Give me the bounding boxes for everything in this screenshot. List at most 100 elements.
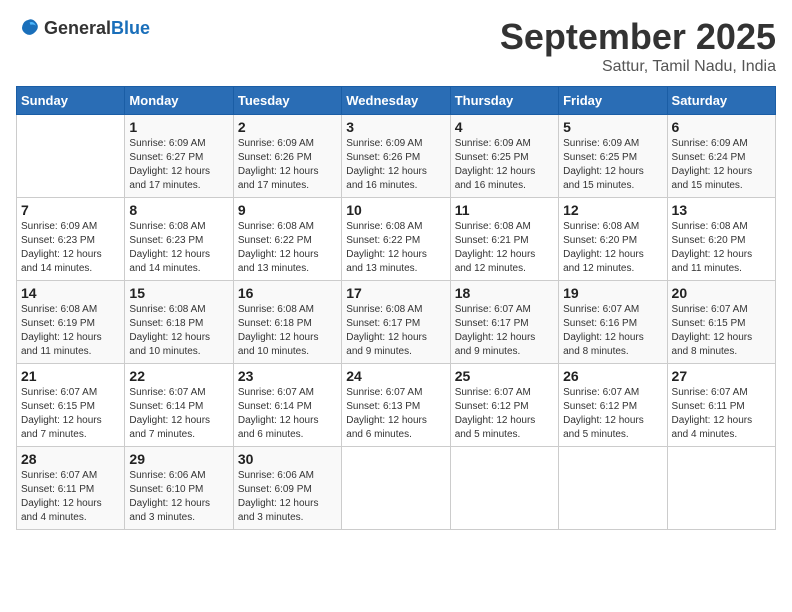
day-number: 2 [238,119,337,135]
calendar-cell: 7 Sunrise: 6:09 AM Sunset: 6:23 PM Daylig… [17,198,125,281]
calendar-cell: 25 Sunrise: 6:07 AM Sunset: 6:12 PM Dayli… [450,364,558,447]
day-info: Sunrise: 6:08 AM Sunset: 6:21 PM Dayligh… [455,220,554,276]
calendar-cell [342,447,450,530]
calendar-cell [450,447,558,530]
day-info: Sunrise: 6:07 AM Sunset: 6:15 PM Dayligh… [21,386,120,442]
day-number: 13 [672,202,771,218]
day-number: 5 [563,119,662,135]
calendar-cell: 30Sunrise: 6:06 AM Sunset: 6:09 PM Dayli… [233,447,341,530]
calendar-cell: 19Sunrise: 6:07 AM Sunset: 6:16 PM Dayli… [559,281,667,364]
page-header: GeneralBlue September 2025 Sattur, Tamil… [16,16,776,76]
day-number: 21 [21,368,120,384]
location-title: Sattur, Tamil Nadu, India [500,58,776,76]
logo-text-general: General [44,18,111,38]
day-number: 18 [455,285,554,301]
header-cell-sunday: Sunday [17,87,125,115]
calendar-week-2: 7 Sunrise: 6:09 AM Sunset: 6:23 PM Daylig… [17,198,776,281]
day-number: 24 [346,368,445,384]
day-number: 23 [238,368,337,384]
calendar-cell [17,115,125,198]
logo-icon [16,16,40,40]
calendar-cell: 20Sunrise: 6:07 AM Sunset: 6:15 PM Dayli… [667,281,775,364]
day-info: Sunrise: 6:08 AM Sunset: 6:19 PM Dayligh… [21,303,120,359]
day-number: 28 [21,451,120,467]
calendar-cell [559,447,667,530]
calendar-cell: 11 Sunrise: 6:08 AM Sunset: 6:21 PM Dayli… [450,198,558,281]
day-number: 20 [672,285,771,301]
calendar-cell: 22 Sunrise: 6:07 AM Sunset: 6:14 PM Dayli… [125,364,233,447]
calendar-week-4: 21 Sunrise: 6:07 AM Sunset: 6:15 PM Dayli… [17,364,776,447]
day-number: 8 [129,202,228,218]
day-info: Sunrise: 6:07 AM Sunset: 6:12 PM Dayligh… [563,386,662,442]
day-info: Sunrise: 6:08 AM Sunset: 6:17 PM Dayligh… [346,303,445,359]
calendar-cell: 14 Sunrise: 6:08 AM Sunset: 6:19 PM Dayli… [17,281,125,364]
day-info: Sunrise: 6:09 AM Sunset: 6:23 PM Dayligh… [21,220,120,276]
calendar-cell: 4 Sunrise: 6:09 AM Sunset: 6:25 PM Daylig… [450,115,558,198]
header-cell-saturday: Saturday [667,87,775,115]
calendar-cell: 13 Sunrise: 6:08 AM Sunset: 6:20 PM Dayli… [667,198,775,281]
day-number: 30 [238,451,337,467]
day-info: Sunrise: 6:08 AM Sunset: 6:20 PM Dayligh… [563,220,662,276]
day-number: 14 [21,285,120,301]
day-info: Sunrise: 6:08 AM Sunset: 6:22 PM Dayligh… [346,220,445,276]
day-info: Sunrise: 6:07 AM Sunset: 6:11 PM Dayligh… [672,386,771,442]
day-number: 11 [455,202,554,218]
day-info: Sunrise: 6:06 AM Sunset: 6:10 PM Dayligh… [129,469,228,525]
calendar-cell: 26 Sunrise: 6:07 AM Sunset: 6:12 PM Dayli… [559,364,667,447]
month-title: September 2025 [500,16,776,58]
day-info: Sunrise: 6:08 AM Sunset: 6:20 PM Dayligh… [672,220,771,276]
calendar-body: 1 Sunrise: 6:09 AM Sunset: 6:27 PM Daylig… [17,115,776,530]
day-info: Sunrise: 6:08 AM Sunset: 6:18 PM Dayligh… [238,303,337,359]
day-number: 6 [672,119,771,135]
day-number: 26 [563,368,662,384]
day-number: 15 [129,285,228,301]
day-info: Sunrise: 6:08 AM Sunset: 6:18 PM Dayligh… [129,303,228,359]
day-number: 25 [455,368,554,384]
calendar-cell: 8 Sunrise: 6:08 AM Sunset: 6:23 PM Daylig… [125,198,233,281]
header-cell-thursday: Thursday [450,87,558,115]
day-number: 9 [238,202,337,218]
header-cell-wednesday: Wednesday [342,87,450,115]
day-info: Sunrise: 6:09 AM Sunset: 6:25 PM Dayligh… [455,137,554,193]
calendar-cell: 15 Sunrise: 6:08 AM Sunset: 6:18 PM Dayli… [125,281,233,364]
day-number: 7 [21,202,120,218]
calendar-table: SundayMondayTuesdayWednesdayThursdayFrid… [16,86,776,530]
day-info: Sunrise: 6:09 AM Sunset: 6:27 PM Dayligh… [129,137,228,193]
day-number: 1 [129,119,228,135]
day-info: Sunrise: 6:07 AM Sunset: 6:14 PM Dayligh… [238,386,337,442]
logo: GeneralBlue [16,16,150,40]
calendar-cell: 27 Sunrise: 6:07 AM Sunset: 6:11 PM Dayli… [667,364,775,447]
calendar-cell: 6 Sunrise: 6:09 AM Sunset: 6:24 PM Daylig… [667,115,775,198]
day-info: Sunrise: 6:07 AM Sunset: 6:12 PM Dayligh… [455,386,554,442]
logo-text-blue: Blue [111,18,150,38]
day-number: 27 [672,368,771,384]
day-info: Sunrise: 6:08 AM Sunset: 6:23 PM Dayligh… [129,220,228,276]
header-cell-monday: Monday [125,87,233,115]
calendar-cell: 17 Sunrise: 6:08 AM Sunset: 6:17 PM Dayli… [342,281,450,364]
day-info: Sunrise: 6:09 AM Sunset: 6:26 PM Dayligh… [346,137,445,193]
day-number: 22 [129,368,228,384]
calendar-cell: 5Sunrise: 6:09 AM Sunset: 6:25 PM Daylig… [559,115,667,198]
header-cell-tuesday: Tuesday [233,87,341,115]
day-info: Sunrise: 6:09 AM Sunset: 6:24 PM Dayligh… [672,137,771,193]
day-info: Sunrise: 6:08 AM Sunset: 6:22 PM Dayligh… [238,220,337,276]
day-number: 19 [563,285,662,301]
day-number: 17 [346,285,445,301]
day-number: 3 [346,119,445,135]
calendar-header-row: SundayMondayTuesdayWednesdayThursdayFrid… [17,87,776,115]
day-number: 16 [238,285,337,301]
calendar-cell: 29Sunrise: 6:06 AM Sunset: 6:10 PM Dayli… [125,447,233,530]
day-number: 12 [563,202,662,218]
day-info: Sunrise: 6:07 AM Sunset: 6:17 PM Dayligh… [455,303,554,359]
day-info: Sunrise: 6:07 AM Sunset: 6:14 PM Dayligh… [129,386,228,442]
day-number: 4 [455,119,554,135]
calendar-cell: 24Sunrise: 6:07 AM Sunset: 6:13 PM Dayli… [342,364,450,447]
calendar-cell: 16 Sunrise: 6:08 AM Sunset: 6:18 PM Dayli… [233,281,341,364]
calendar-cell: 9 Sunrise: 6:08 AM Sunset: 6:22 PM Daylig… [233,198,341,281]
calendar-week-5: 28 Sunrise: 6:07 AM Sunset: 6:11 PM Dayli… [17,447,776,530]
calendar-cell: 18 Sunrise: 6:07 AM Sunset: 6:17 PM Dayli… [450,281,558,364]
calendar-cell [667,447,775,530]
calendar-cell: 3 Sunrise: 6:09 AM Sunset: 6:26 PM Daylig… [342,115,450,198]
day-info: Sunrise: 6:07 AM Sunset: 6:11 PM Dayligh… [21,469,120,525]
calendar-cell: 10Sunrise: 6:08 AM Sunset: 6:22 PM Dayli… [342,198,450,281]
